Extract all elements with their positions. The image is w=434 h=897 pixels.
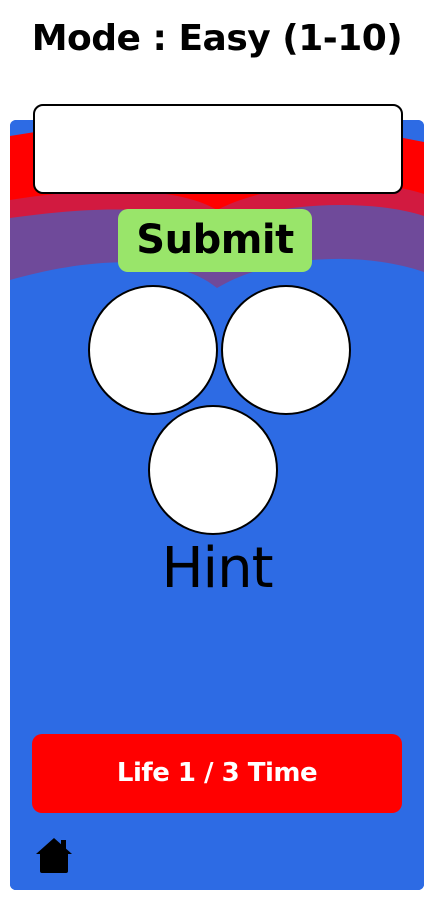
submit-button[interactable]: Submit	[118, 209, 312, 272]
page-title: Mode : Easy (1-10)	[31, 18, 403, 59]
answer-circle-2[interactable]	[221, 285, 351, 415]
answer-circle-1[interactable]	[88, 285, 218, 415]
game-screen: Mode : Easy (1-10) Submit Hint Life 1 / …	[0, 0, 434, 897]
life-button[interactable]: Life 1 / 3 Time	[32, 734, 402, 813]
hint-button[interactable]: Hint	[0, 536, 434, 601]
answer-circle-3[interactable]	[148, 405, 278, 535]
home-button[interactable]	[34, 836, 74, 874]
answer-input[interactable]	[33, 104, 403, 194]
home-icon	[36, 838, 72, 873]
